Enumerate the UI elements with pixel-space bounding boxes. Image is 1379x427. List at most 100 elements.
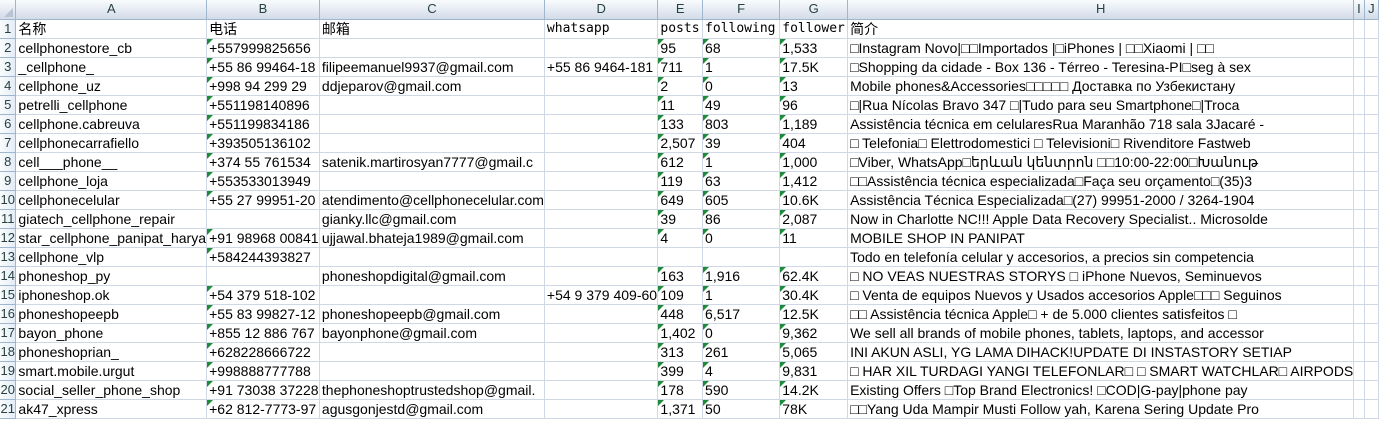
cell-f[interactable]: 605 (702, 190, 781, 210)
cell-b[interactable]: 电话 (206, 19, 320, 39)
cell-d[interactable]: whatsapp (544, 19, 659, 39)
cell-g[interactable] (779, 247, 849, 267)
row-header[interactable]: 15 (0, 285, 17, 305)
cell-i[interactable] (1353, 304, 1365, 324)
cell-b[interactable]: +374 55 761534 (206, 152, 320, 172)
cell-f[interactable]: 39 (702, 133, 781, 153)
cell-j[interactable] (1364, 342, 1379, 362)
cell-d[interactable] (544, 399, 659, 419)
cell-a[interactable]: 名称 (15, 19, 208, 39)
cell-e[interactable]: 313 (657, 342, 704, 362)
cell-h[interactable]: □ Venta de equipos Nuevos y Usados acces… (847, 285, 1355, 305)
cell-j[interactable] (1364, 38, 1379, 58)
cell-e[interactable]: 711 (657, 57, 704, 77)
row-header[interactable]: 11 (0, 209, 17, 229)
cell-f[interactable]: 0 (702, 228, 781, 248)
cell-f[interactable]: 261 (702, 342, 781, 362)
cell-h[interactable]: □□Assistência técnica especializada□Faça… (847, 171, 1355, 191)
row-header[interactable]: 1 (0, 19, 17, 39)
cell-f[interactable]: 1 (702, 57, 781, 77)
cell-d[interactable] (544, 342, 659, 362)
cell-i[interactable] (1353, 171, 1365, 191)
cell-j[interactable] (1364, 114, 1379, 134)
cell-e[interactable]: 133 (657, 114, 704, 134)
cell-e[interactable]: 1,371 (657, 399, 704, 419)
cell-g[interactable]: 1,412 (779, 171, 849, 191)
cell-d[interactable] (544, 152, 659, 172)
cell-a[interactable]: smart.mobile.urgut (15, 361, 208, 381)
row-header[interactable]: 12 (0, 228, 17, 248)
cell-h[interactable]: Assistência técnica em celularesRua Mara… (847, 114, 1355, 134)
cell-c[interactable]: 邮箱 (319, 19, 545, 39)
cell-b[interactable]: +855 12 886 767 (206, 323, 320, 343)
cell-h[interactable]: □ HAR XIL TURDAGI YANGI TELEFONLAR□ □ SM… (847, 361, 1355, 381)
cell-j[interactable] (1364, 380, 1379, 400)
cell-i[interactable] (1353, 323, 1365, 343)
cell-h[interactable]: MOBILE SHOP IN PANIPAT (847, 228, 1355, 248)
cell-b[interactable] (206, 209, 320, 229)
cell-a[interactable]: cellphone_loja (15, 171, 208, 191)
cell-g[interactable]: 30.4K (779, 285, 849, 305)
cell-j[interactable] (1364, 399, 1379, 419)
cell-j[interactable] (1364, 133, 1379, 153)
cell-g[interactable]: 9,362 (779, 323, 849, 343)
cell-a[interactable]: star_cellphone_panipat_harya (15, 228, 208, 248)
cell-b[interactable]: +551198140896 (206, 95, 320, 115)
cell-e[interactable]: 2,507 (657, 133, 704, 153)
cell-h[interactable]: □□Yang Uda Mampir Musti Follow yah, Kare… (847, 399, 1355, 419)
cell-e[interactable]: 39 (657, 209, 704, 229)
cell-a[interactable]: phoneshop_py (15, 266, 208, 286)
cell-d[interactable] (544, 95, 659, 115)
cell-b[interactable]: +91 98968 00841 (206, 228, 320, 248)
cell-e[interactable]: posts (657, 19, 704, 39)
cell-d[interactable] (544, 38, 659, 58)
column-header-a[interactable]: A (15, 0, 208, 20)
column-header-g[interactable]: G (779, 0, 849, 20)
cell-b[interactable] (206, 266, 320, 286)
cell-f[interactable]: 50 (702, 399, 781, 419)
cell-f[interactable]: 1,916 (702, 266, 781, 286)
cell-g[interactable]: 1,000 (779, 152, 849, 172)
cell-g[interactable]: 12.5K (779, 304, 849, 324)
cell-d[interactable] (544, 380, 659, 400)
column-header-f[interactable]: F (702, 0, 781, 20)
row-header[interactable]: 5 (0, 95, 17, 115)
cell-b[interactable]: +551199834186 (206, 114, 320, 134)
cell-i[interactable] (1353, 361, 1365, 381)
cell-j[interactable] (1364, 228, 1379, 248)
cell-b[interactable]: +62 812-7773-97 (206, 399, 320, 419)
cell-i[interactable] (1353, 266, 1365, 286)
row-header[interactable]: 20 (0, 380, 17, 400)
cell-f[interactable]: 590 (702, 380, 781, 400)
cell-i[interactable] (1353, 152, 1365, 172)
cell-b[interactable]: +584244393827 (206, 247, 320, 267)
cell-g[interactable]: 1,533 (779, 38, 849, 58)
row-header[interactable]: 18 (0, 342, 17, 362)
column-header-e[interactable]: E (657, 0, 704, 20)
cell-g[interactable]: 96 (779, 95, 849, 115)
cell-a[interactable]: phoneshopeepb (15, 304, 208, 324)
cell-h[interactable]: □|Rua Nícolas Bravo 347 □|Tudo para seu … (847, 95, 1355, 115)
cell-e[interactable]: 2 (657, 76, 704, 96)
cell-h[interactable]: Assistência Técnica Especializada□(27) 9… (847, 190, 1355, 210)
cell-i[interactable] (1353, 342, 1365, 362)
cell-j[interactable] (1364, 171, 1379, 191)
cell-a[interactable]: bayon_phone (15, 323, 208, 343)
cell-d[interactable] (544, 76, 659, 96)
cell-c[interactable]: filipeemanuel9937@gmail.com (319, 57, 545, 77)
cell-c[interactable]: gianky.llc@gmail.com (319, 209, 545, 229)
cell-b[interactable]: +628228666722 (206, 342, 320, 362)
cell-c[interactable] (319, 114, 545, 134)
cell-f[interactable]: 1 (702, 285, 781, 305)
cell-e[interactable]: 1,402 (657, 323, 704, 343)
cell-b[interactable]: +557999825656 (206, 38, 320, 58)
cell-f[interactable] (702, 247, 781, 267)
cell-h[interactable]: Todo en telefonía celular y accesorios, … (847, 247, 1355, 267)
cell-h[interactable]: 简介 (847, 19, 1355, 39)
cell-d[interactable] (544, 323, 659, 343)
cell-g[interactable]: 9,831 (779, 361, 849, 381)
cell-a[interactable]: cellphone_vlp (15, 247, 208, 267)
column-header-d[interactable]: D (544, 0, 659, 20)
cell-e[interactable]: 95 (657, 38, 704, 58)
cell-c[interactable] (319, 133, 545, 153)
